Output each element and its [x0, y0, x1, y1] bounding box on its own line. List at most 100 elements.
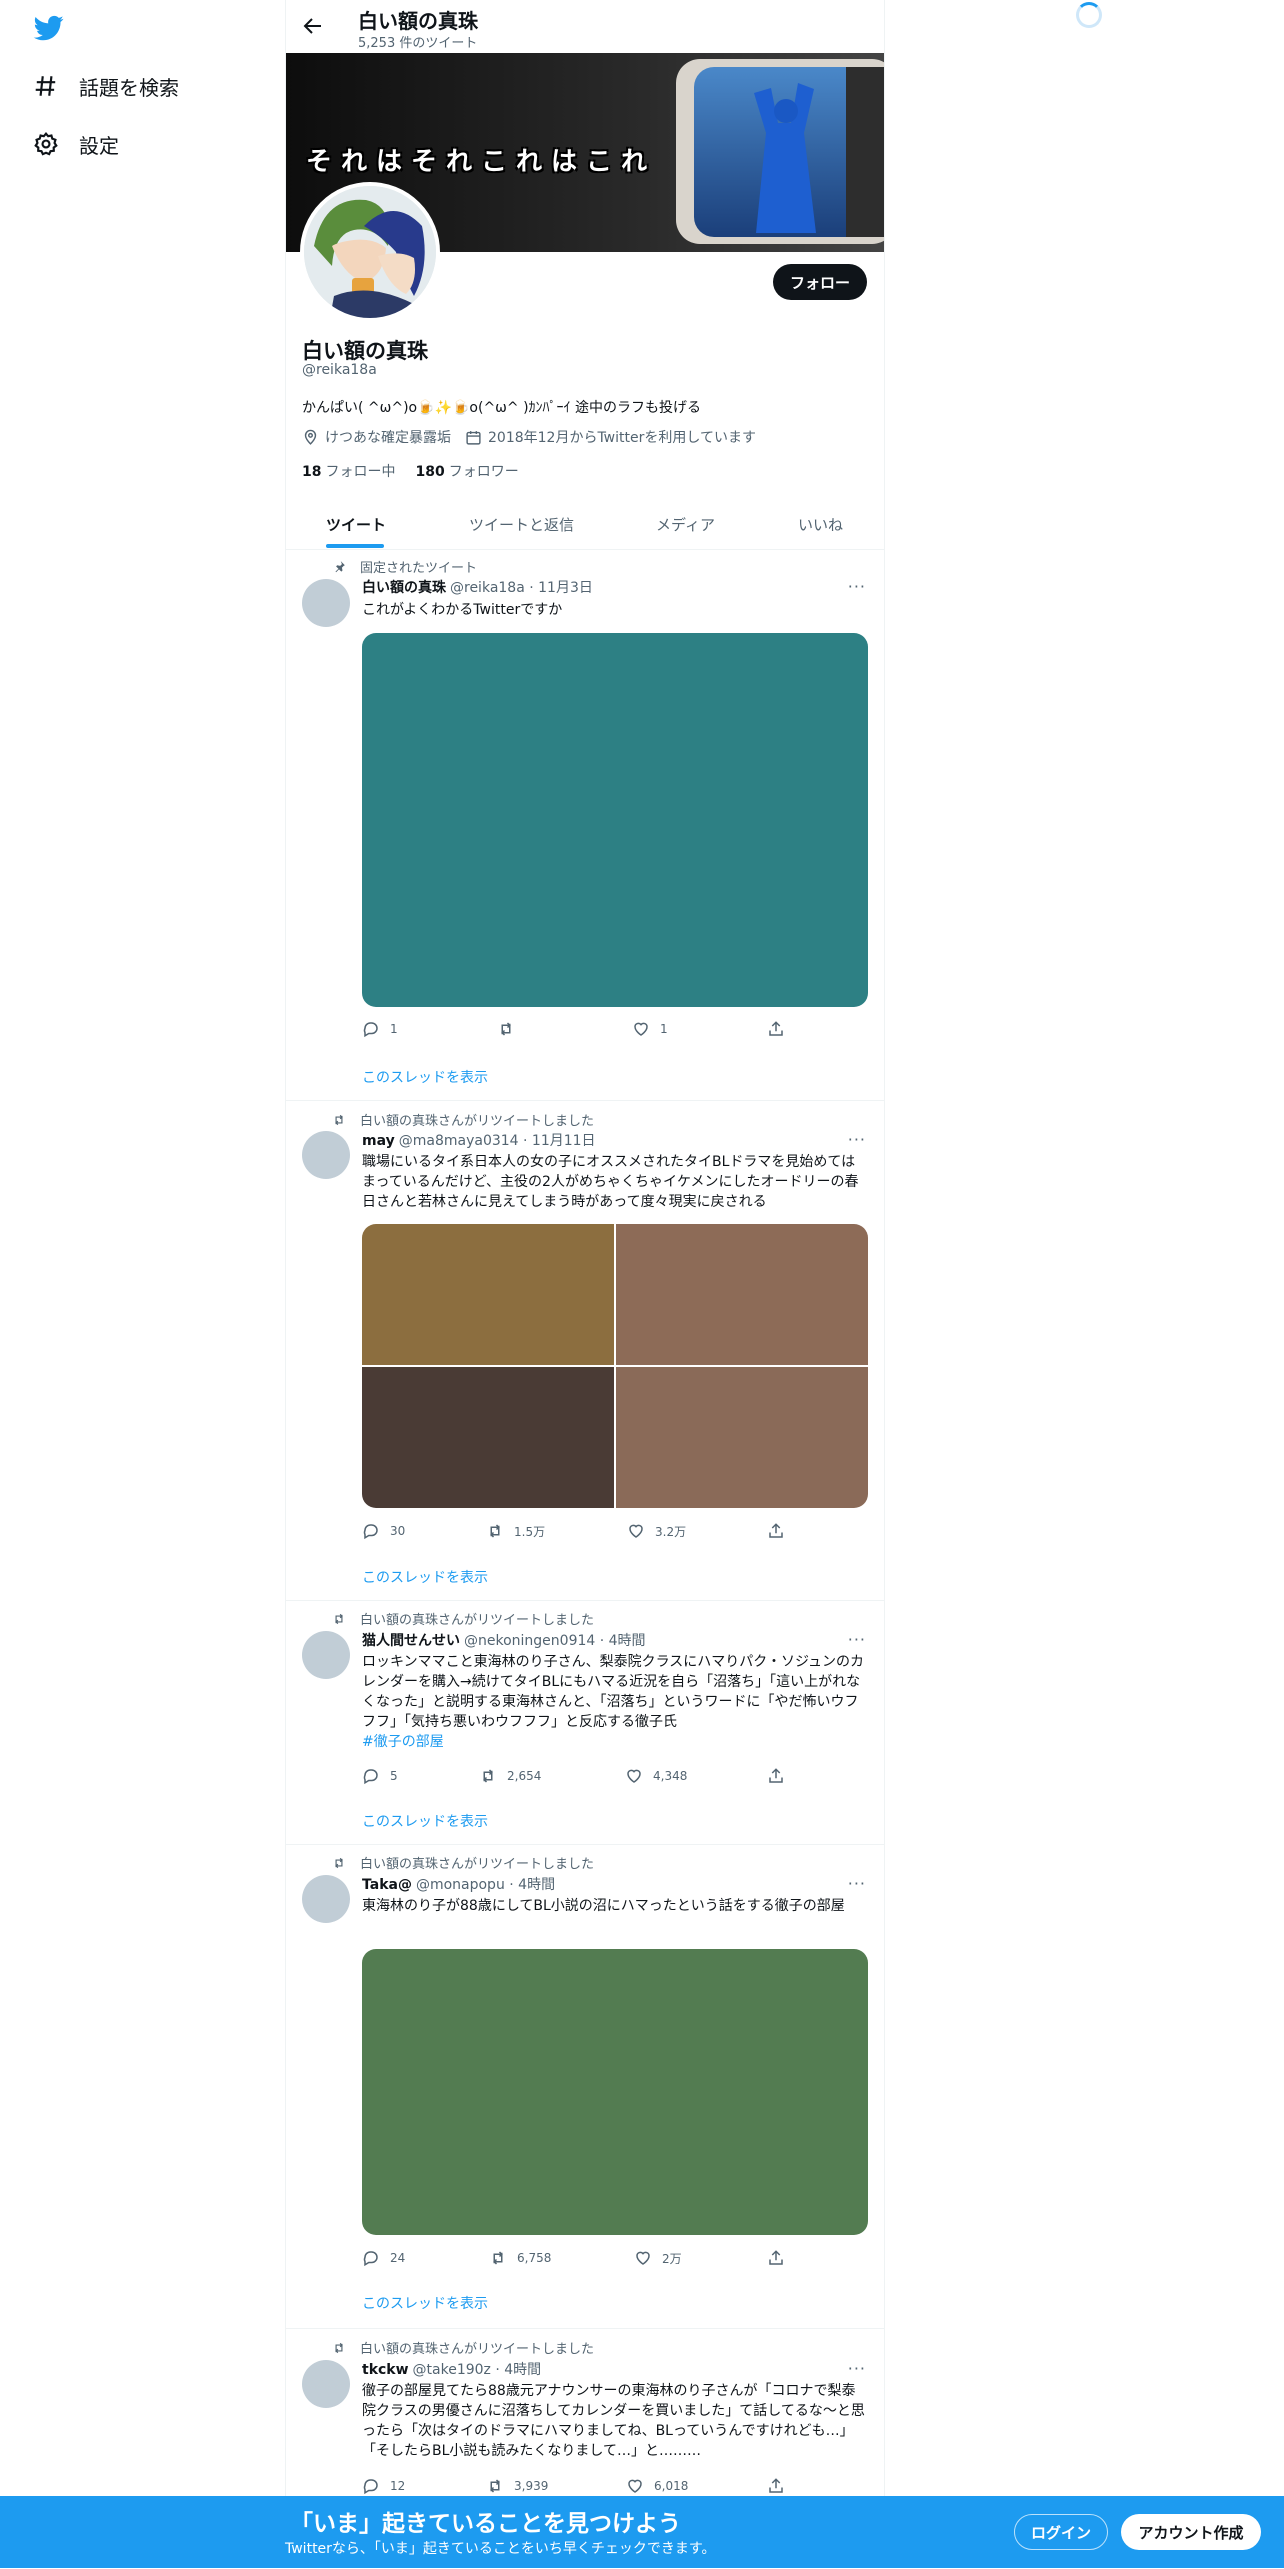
like-button[interactable]: 2万 — [634, 2249, 682, 2267]
tweet-image[interactable] — [362, 1224, 614, 1365]
like-button[interactable]: 3.2万 — [627, 1522, 686, 1540]
tweet-image[interactable] — [616, 1367, 868, 1508]
tweet-header: Taka@ @monapopu · 4時間 — [362, 1877, 556, 1893]
retweet-button[interactable]: 2,654 — [479, 1767, 541, 1785]
avatar[interactable] — [302, 1631, 350, 1679]
share-button[interactable] — [767, 1020, 785, 1038]
tweet-actions: 30 1.5万 3.2万 — [362, 1522, 792, 1542]
tweet-header: 猫人間せんせい @nekoningen0914 · 4時間 — [362, 1633, 646, 1649]
profile-handle: @reika18a — [302, 362, 377, 378]
heart-icon — [629, 1524, 643, 1538]
signup-banner-title: 「いま」起きていることを見つけよう — [290, 2511, 681, 2537]
retweet-button[interactable]: 3,939 — [486, 2477, 548, 2495]
reply-button[interactable]: 5 — [362, 1767, 398, 1785]
retweet-context: 白い額の真珠さんがリツイートしました — [335, 1609, 594, 1628]
retweet-button[interactable] — [497, 1020, 525, 1038]
share-button[interactable] — [767, 2477, 785, 2495]
avatar[interactable] — [302, 1875, 350, 1923]
tweet-image[interactable] — [616, 1224, 868, 1365]
sidebar-item-settings[interactable]: 設定 — [33, 122, 119, 166]
profile-column: 白い額の真珠 5,253 件のツイート それはそれこれはこれ フォロー 白い額の… — [285, 0, 885, 2568]
twitter-logo-icon[interactable] — [33, 13, 65, 43]
follow-button[interactable]: フォロー — [773, 264, 867, 300]
retweet-button[interactable]: 1.5万 — [486, 1522, 545, 1540]
avatar[interactable] — [302, 1131, 350, 1179]
login-button[interactable]: ログイン — [1014, 2514, 1108, 2550]
tab-tweets-and-replies[interactable]: ツイートと返信 — [469, 514, 574, 535]
pin-icon — [335, 560, 345, 572]
tweet-image[interactable] — [362, 1949, 868, 2235]
reply-button[interactable]: 12 — [362, 2477, 405, 2495]
more-options-icon[interactable]: ··· — [848, 1630, 866, 1649]
tweet-text: ロッキンママこと東海林のり子さん、梨泰院クラスにハマりパク・ソジュンのカレンダー… — [362, 1654, 865, 1750]
reply-icon — [363, 1524, 378, 1540]
tweet-actions: 1 1 — [362, 1020, 792, 1040]
tweet-image[interactable] — [362, 633, 868, 1007]
tweet-item[interactable]: 白い額の真珠さんがリツイートしました 猫人間せんせい @nekoningen091… — [286, 1601, 884, 1845]
share-icon — [769, 1768, 783, 1783]
tweet-media-grid[interactable] — [362, 1224, 868, 1508]
tweet-header: may @ma8maya0314 · 11月11日 — [362, 1133, 596, 1149]
like-button[interactable]: 4,348 — [625, 1767, 687, 1785]
tweet-item[interactable]: 白い額の真珠さんがリツイートしました Taka@ @monapopu · 4時間 … — [286, 1845, 884, 2329]
share-icon — [769, 2478, 783, 2493]
active-tab-indicator — [326, 544, 384, 548]
followers-link[interactable]: 180 フォロワー — [415, 461, 518, 481]
tweet-actions: 12 3,939 6,018 — [362, 2477, 792, 2497]
show-thread-link[interactable]: このスレッドを表示 — [362, 2293, 488, 2313]
tweet-image[interactable] — [362, 1367, 614, 1508]
reply-button[interactable]: 24 — [362, 2249, 405, 2267]
retweet-icon — [335, 1857, 343, 1868]
retweet-button[interactable]: 6,758 — [489, 2249, 551, 2267]
more-options-icon[interactable]: ··· — [848, 1130, 866, 1149]
heart-icon — [634, 1022, 648, 1036]
share-button[interactable] — [767, 2249, 785, 2267]
following-link[interactable]: 18 フォロー中 — [302, 461, 395, 481]
more-options-icon[interactable]: ··· — [848, 1874, 866, 1893]
retweet-icon — [335, 2342, 343, 2353]
profile-avatar[interactable] — [300, 182, 440, 322]
reply-button[interactable]: 30 — [362, 1522, 405, 1540]
tweet-item[interactable]: 固定されたツイート 白い額の真珠 @reika18a · 11月3日 ··· これ… — [286, 551, 884, 1101]
avatar[interactable] — [302, 2360, 350, 2408]
hashtag-link[interactable]: #徹子の部屋 — [362, 1734, 444, 1750]
show-thread-link[interactable]: このスレッドを表示 — [362, 1067, 488, 1087]
share-button[interactable] — [767, 1767, 785, 1785]
hashtag-icon — [35, 76, 56, 96]
gear-icon — [34, 132, 58, 156]
page-title: 白い額の真珠 — [358, 9, 478, 33]
tweet-actions: 24 6,758 2万 — [362, 2249, 792, 2269]
tab-tweets[interactable]: ツイート — [326, 514, 386, 535]
sidebar-item-explore[interactable]: 話題を検索 — [33, 64, 179, 108]
avatar-illustration — [304, 186, 436, 318]
like-button[interactable]: 6,018 — [626, 2477, 688, 2495]
retweet-icon — [335, 1114, 343, 1125]
share-button[interactable] — [767, 1522, 785, 1540]
back-arrow-icon[interactable] — [301, 14, 325, 38]
avatar[interactable] — [302, 579, 350, 627]
heart-icon — [627, 1769, 641, 1783]
reply-icon — [363, 2251, 378, 2267]
reply-icon — [363, 2479, 378, 2495]
signup-button[interactable]: アカウント作成 — [1121, 2514, 1261, 2550]
tweet-text: これがよくわかるTwitterですか — [362, 602, 563, 618]
more-options-icon[interactable]: ··· — [848, 2359, 866, 2378]
retweet-icon — [493, 2251, 503, 2265]
retweet-context: 白い額の真珠さんがリツイートしました — [335, 1110, 594, 1129]
tweet-item[interactable]: 白い額の真珠さんがリツイートしました may @ma8maya0314 · 11月… — [286, 1101, 884, 1601]
reply-button[interactable]: 1 — [362, 1020, 398, 1038]
show-thread-link[interactable]: このスレッドを表示 — [362, 1567, 488, 1587]
calendar-icon — [466, 430, 481, 445]
tab-media[interactable]: メディア — [656, 514, 715, 535]
retweet-icon — [501, 1022, 511, 1036]
retweet-icon — [483, 1769, 493, 1783]
sidebar-item-label: 設定 — [79, 133, 119, 158]
banner-text: それはそれこれはこれ — [306, 147, 657, 177]
show-thread-link[interactable]: このスレッドを表示 — [362, 1811, 488, 1831]
tab-likes[interactable]: いいね — [798, 514, 843, 535]
profile-bio: かんぱい( ^ω^)o🍺✨🍺o(^ω^ )ｶﾝﾊﾟｰｲ 途中のラフも投げる — [302, 400, 701, 416]
more-options-icon[interactable]: ··· — [848, 577, 866, 596]
tweet-text: 職場にいるタイ系日本人の女の子にオススメされたタイBLドラマを見始めてはまってい… — [362, 1154, 859, 1210]
profile-header-bar: 白い額の真珠 5,253 件のツイート — [286, 0, 884, 52]
like-button[interactable]: 1 — [632, 1020, 668, 1038]
